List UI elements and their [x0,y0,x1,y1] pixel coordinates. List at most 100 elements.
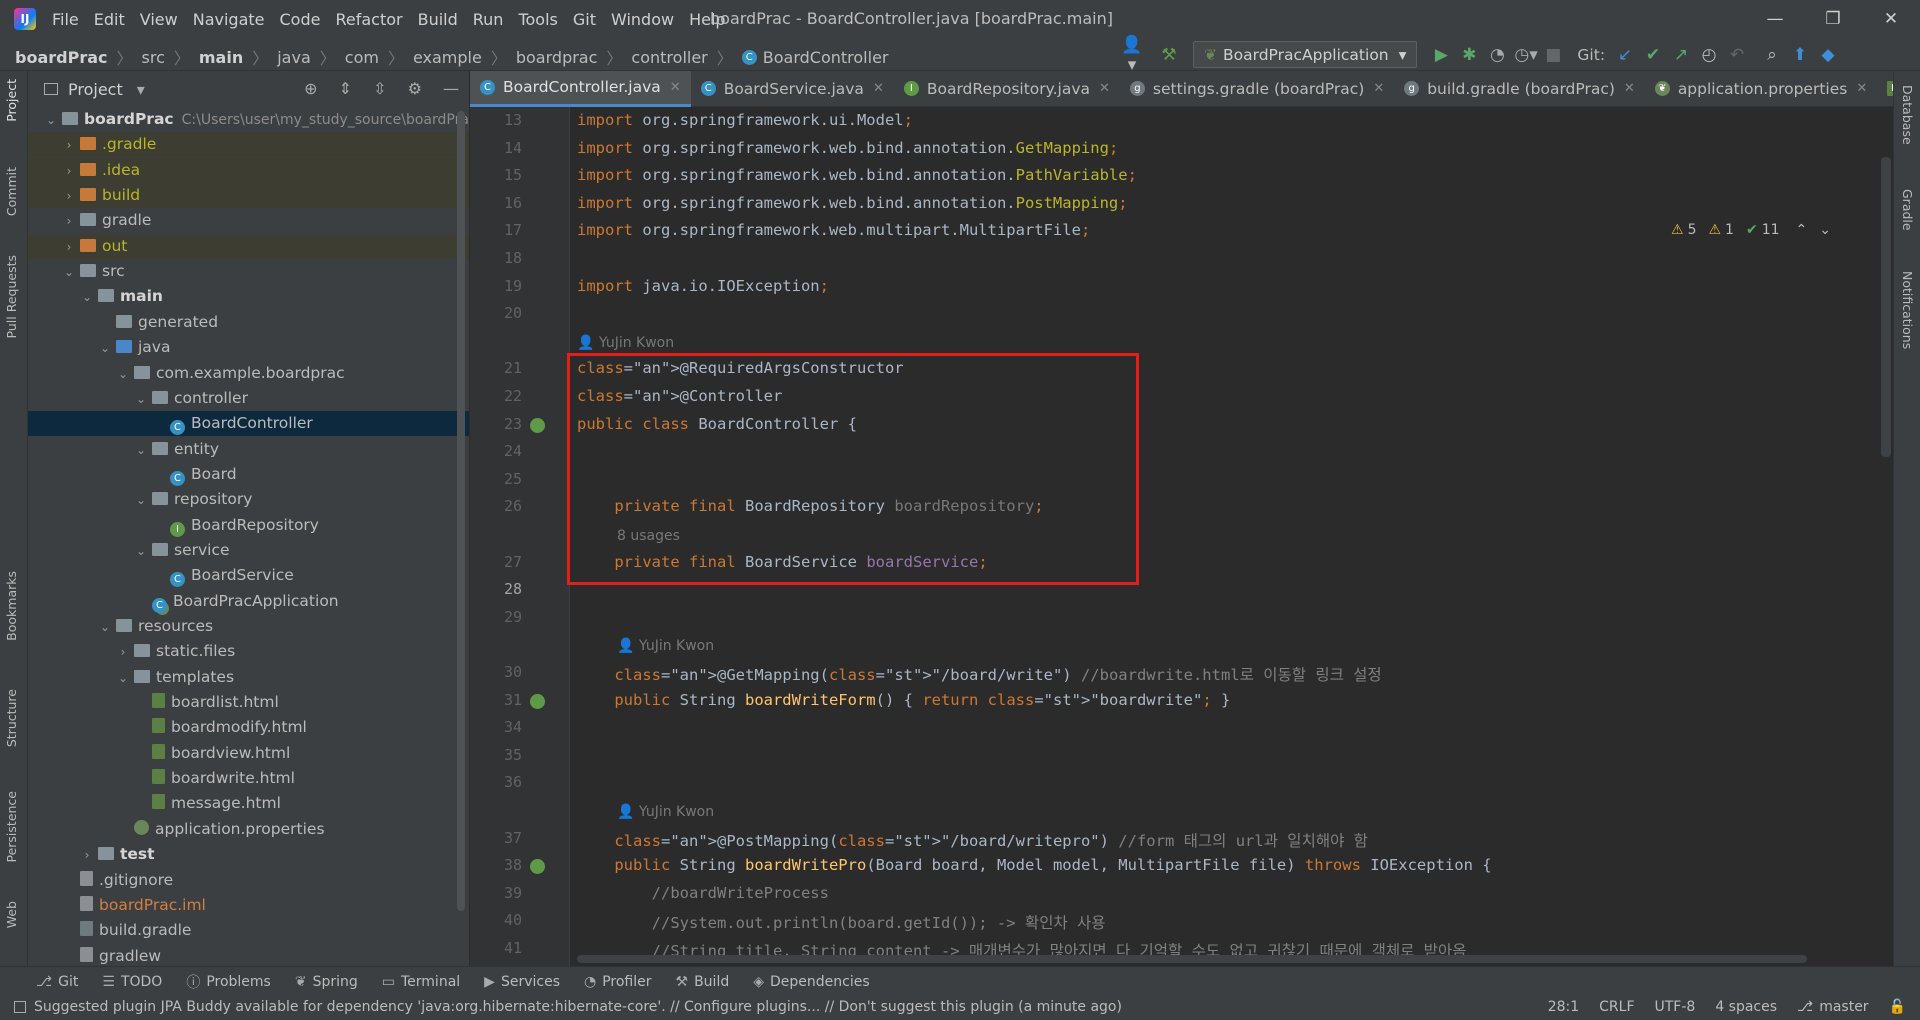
chevron-right-icon[interactable]: › [60,159,78,184]
chevron-down-icon[interactable]: ⌄ [132,539,150,564]
menu-view[interactable]: View [140,10,178,29]
tool-persistence[interactable]: Persistence [4,791,19,863]
tree-item[interactable]: › .idea [28,157,469,184]
tool-bookmarks[interactable]: Bookmarks [4,571,19,641]
tree-item[interactable]: generated [28,310,469,335]
chevron-down-icon[interactable]: ⌄ [42,108,60,133]
lock-icon[interactable]: 🔓 [1889,999,1906,1015]
update-icon[interactable]: ⬆ [1789,45,1811,65]
tree-item[interactable]: › .gradle [28,132,469,158]
tree-item[interactable]: boardlist.html [28,690,469,715]
tool-window-services[interactable]: ▶ Services [484,974,560,990]
editor-scrollbar[interactable] [1881,157,1891,457]
author-hint[interactable]: 👤 YuJin Kwon [617,804,714,820]
chevron-up-icon[interactable]: ⌃ [1796,222,1808,238]
tree-item[interactable]: ⌄ com.example.boardprac [28,361,469,386]
tree-item[interactable]: ⌄ src [28,259,469,284]
tree-scrollbar[interactable] [457,111,465,911]
tree-item[interactable]: › gradle [28,208,469,234]
menu-window[interactable]: Window [611,10,674,29]
close-icon[interactable]: ✕ [873,81,884,96]
chevron-down-icon[interactable]: ⌄ [96,336,114,361]
tool-window-terminal[interactable]: ▭ Terminal [382,974,460,990]
tool-window-spring[interactable]: ❦ Spring [295,974,358,990]
coverage-icon[interactable]: ◔ [1486,45,1508,65]
breadcrumb-item[interactable]: src [142,48,165,67]
code-line[interactable]: //System.out.println(board.getId()); -> … [577,911,1106,933]
close-icon[interactable]: ✕ [1373,81,1384,96]
editor-tab[interactable]: g build.gradle (boardPrac) ✕ [1394,71,1645,107]
editor-tab[interactable]: I BoardRepository.java ✕ [894,71,1120,107]
chevron-down-icon[interactable]: ⌄ [96,615,114,640]
chevron-down-icon[interactable]: ⌄ [132,438,150,463]
tree-item[interactable]: application.properties [28,817,469,842]
breadcrumb-item[interactable]: controller [631,48,707,67]
author-hint[interactable]: 👤 YuJin Kwon [577,335,674,351]
tree-item[interactable]: build.gradle [28,918,469,943]
tree-item[interactable]: ⌄ repository [28,487,469,512]
author-hint[interactable]: 👤 YuJin Kwon [617,638,714,654]
debug-icon[interactable]: ✱ [1458,45,1480,65]
horizontal-scrollbar[interactable] [577,955,1807,963]
breadcrumb-item[interactable]: boardprac [516,48,598,67]
tool-web[interactable]: Web [4,901,19,928]
menu-edit[interactable]: Edit [94,10,125,29]
tree-item[interactable]: C Board [28,462,469,487]
breadcrumb-item[interactable]: BoardController [763,48,889,67]
locate-icon[interactable]: ⊕ [304,79,317,98]
indent-setting[interactable]: 4 spaces [1715,999,1777,1015]
status-message[interactable]: Suggested plugin JPA Buddy available for… [14,999,1122,1015]
code-line[interactable]: import org.springframework.ui.Model; [577,111,913,129]
code-line[interactable]: import org.springframework.web.bind.anno… [577,166,1137,184]
tree-item[interactable]: .gitignore [28,868,469,893]
git-push-icon[interactable]: ↗ [1670,45,1692,65]
tool-window-todo[interactable]: ☰ TODO [102,974,162,990]
profile-icon[interactable]: ◷▾ [1514,45,1537,65]
user-icon[interactable]: 👤▾ [1121,35,1143,75]
breadcrumb-item[interactable]: java [277,48,311,67]
inspection-widget[interactable]: ⚠ 5 ⚠ 1 ✔ 11 ⌃ ⌄ [1671,222,1831,238]
spring-bean-icon[interactable] [530,693,545,709]
code-line[interactable]: import org.springframework.web.bind.anno… [577,194,1128,212]
collapse-all-icon[interactable]: ⇳ [373,79,386,98]
chevron-right-icon[interactable]: › [60,209,78,234]
tree-item[interactable]: ⌄ templates [28,665,469,691]
tool-window-dependencies[interactable]: ◈ Dependencies [753,974,869,990]
restore-icon[interactable]: ❐ [1804,9,1862,29]
git-update-icon[interactable]: ↙ [1614,45,1636,65]
run-config-select[interactable]: ❦ BoardPracApplication ▾ [1193,41,1418,68]
tree-item[interactable]: message.html [28,791,469,816]
tree-item[interactable]: boardPrac.iml [28,893,469,918]
chevron-down-icon[interactable]: ⌄ [114,666,132,691]
close-icon[interactable]: ✕ [1856,81,1867,96]
caret-position[interactable]: 28:1 [1548,999,1579,1015]
menu-run[interactable]: Run [473,10,504,29]
menu-git[interactable]: Git [573,10,596,29]
breadcrumb-item[interactable]: boardPrac [15,48,107,67]
chevron-right-icon[interactable]: › [114,640,132,665]
tree-item[interactable]: ⌄ service [28,538,469,564]
chevron-right-icon[interactable]: › [60,235,78,260]
chevron-down-icon[interactable]: ⌄ [1819,222,1831,238]
tool-structure[interactable]: Structure [4,689,19,747]
tree-item[interactable]: C BoardPracApplication [28,589,469,614]
tree-item[interactable]: boardwrite.html [28,766,469,791]
editor-tab[interactable]: C BoardService.java ✕ [691,71,894,107]
rollback-icon[interactable]: ↶ [1726,45,1748,65]
tool-database[interactable]: Database [1900,85,1915,145]
tree-item[interactable]: ⌄ controller [28,386,469,411]
spring-bean-icon[interactable] [530,859,545,875]
tree-item[interactable]: C BoardService [28,563,469,588]
close-icon[interactable]: ✕ [1862,9,1920,29]
tool-project[interactable]: Project [4,79,19,122]
editor-tab[interactable]: C BoardController.java ✕ [470,70,691,107]
tree-item[interactable]: › build [28,183,469,209]
search-icon[interactable]: ⌕ [1761,45,1783,65]
file-encoding[interactable]: UTF-8 [1655,999,1696,1015]
breadcrumb-item[interactable]: example [413,48,482,67]
breadcrumb-item[interactable]: com [345,48,379,67]
stop-icon[interactable]: ■ [1542,45,1564,65]
chevron-right-icon[interactable]: › [60,133,78,158]
tree-item[interactable]: › out [28,233,469,260]
close-icon[interactable]: ✕ [670,80,681,95]
